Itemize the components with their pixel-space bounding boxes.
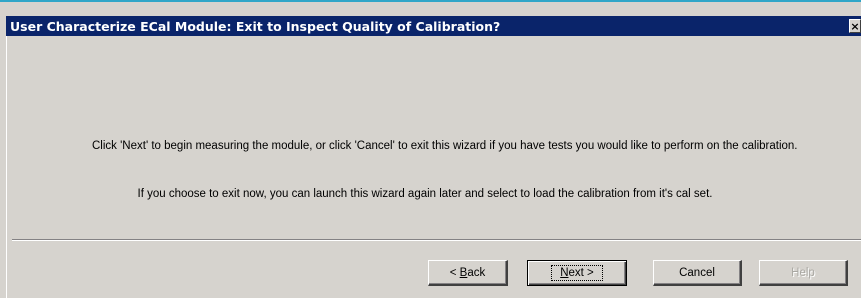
back-button-prefix: <: [449, 266, 460, 279]
next-button-label: ext >: [568, 267, 594, 279]
next-button-mnemonic: N: [560, 267, 569, 279]
button-divider: [12, 239, 861, 241]
window-title: User Characterize ECal Module: Exit to I…: [10, 18, 501, 34]
wizard-dialog: User Characterize ECal Module: Exit to I…: [0, 0, 861, 298]
exit-info-text: If you choose to exit now, you can launc…: [137, 188, 713, 200]
window-edge: [6, 36, 7, 298]
close-icon[interactable]: ×: [849, 19, 861, 33]
back-button-mnemonic: B: [459, 266, 468, 279]
help-button[interactable]: Help: [759, 260, 848, 286]
title-bar[interactable]: User Characterize ECal Module: Exit to I…: [6, 16, 861, 36]
back-button-label: ack: [467, 266, 486, 279]
next-button-focus: Next >: [551, 265, 603, 281]
instruction-text: Click 'Next' to begin measuring the modu…: [92, 140, 798, 152]
back-button[interactable]: < Back: [428, 260, 508, 286]
next-button[interactable]: Next >: [527, 260, 627, 286]
cancel-button[interactable]: Cancel: [653, 260, 742, 286]
